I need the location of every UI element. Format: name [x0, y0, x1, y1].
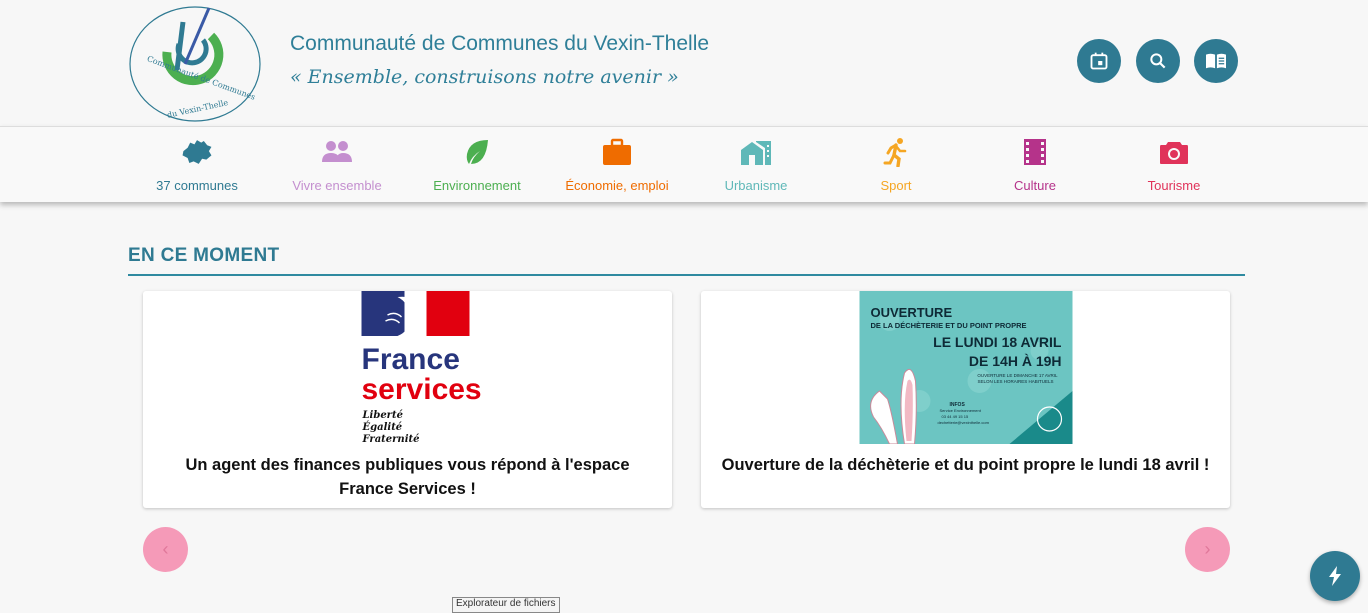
nav-label: Tourisme	[1147, 178, 1201, 193]
card-caption[interactable]: Un agent des finances publiques vous rép…	[163, 453, 652, 501]
leaf-icon	[460, 135, 494, 169]
dechetterie-poster-image: OUVERTURE DE LA DÉCHÈTERIE ET DU POINT P…	[859, 291, 1072, 445]
svg-text:OUVERTURE: OUVERTURE	[870, 305, 952, 320]
svg-text:Égalité: Égalité	[361, 421, 402, 433]
site-header: Communauté de Communes du Vexin-Thelle C…	[0, 0, 1368, 126]
nav-label: Culture	[1014, 178, 1056, 193]
nav-item-environnement[interactable]: Environnement	[407, 127, 547, 202]
svg-text:France: France	[361, 343, 459, 376]
nav-item-sport[interactable]: Sport	[826, 127, 966, 202]
france-services-image: France services Liberté Égalité Fraterni…	[301, 291, 514, 445]
site-motto: « Ensemble, construisons notre avenir »	[290, 66, 679, 88]
nav-item-urbanisme[interactable]: Urbanisme	[686, 127, 826, 202]
lightning-icon	[1329, 566, 1341, 586]
svg-text:Fraternité: Fraternité	[361, 434, 419, 444]
nav-label: Environnement	[433, 178, 521, 193]
svg-text:OUVERTURE LE DIMANCHE 17 AVRIL: OUVERTURE LE DIMANCHE 17 AVRIL	[977, 373, 1058, 378]
site-logo[interactable]: Communauté de Communes du Vexin-Thelle	[127, 4, 263, 124]
file-explorer-tooltip: Explorateur de fichiers	[452, 597, 560, 613]
chevron-right-icon: ›	[1204, 539, 1211, 559]
people-icon	[320, 135, 354, 169]
main-nav: 37 communes Vivre ensemble Environnement	[0, 126, 1368, 202]
section-title: EN CE MOMENT	[128, 245, 280, 266]
carousel-prev-button[interactable]: ‹	[143, 527, 188, 572]
site-title[interactable]: Communauté de Communes du Vexin-Thelle	[290, 32, 709, 56]
nav-item-culture[interactable]: Culture	[965, 127, 1105, 202]
nav-label: Économie, emploi	[565, 178, 669, 193]
chevron-left-icon: ‹	[162, 539, 169, 559]
book-icon	[1206, 53, 1226, 69]
search-icon	[1150, 53, 1166, 69]
news-card[interactable]: OUVERTURE DE LA DÉCHÈTERIE ET DU POINT P…	[701, 291, 1230, 508]
svg-text:DE LA DÉCHÈTERIE ET DU POINT P: DE LA DÉCHÈTERIE ET DU POINT PROPRE	[870, 321, 1026, 330]
carousel-next-button[interactable]: ›	[1185, 527, 1230, 572]
briefcase-icon	[600, 135, 634, 169]
nav-label: Vivre ensemble	[292, 178, 382, 193]
map-icon	[180, 135, 214, 169]
nav-label: 37 communes	[156, 178, 238, 193]
calendar-icon	[1090, 52, 1108, 70]
svg-text:Liberté: Liberté	[361, 410, 402, 421]
search-button[interactable]	[1136, 39, 1180, 83]
svg-text:Service Environnement: Service Environnement	[939, 408, 981, 413]
camera-icon	[1157, 135, 1191, 169]
svg-text:SELON LES HORAIRES HABITUELS: SELON LES HORAIRES HABITUELS	[977, 379, 1053, 384]
nav-item-economie[interactable]: Économie, emploi	[547, 127, 687, 202]
section-divider	[128, 274, 1245, 276]
svg-text:dechetterie@vexinthelle.com: dechetterie@vexinthelle.com	[937, 420, 989, 425]
film-icon	[1018, 135, 1052, 169]
news-card[interactable]: France services Liberté Égalité Fraterni…	[143, 291, 672, 508]
svg-text:LE LUNDI 18 AVRIL: LE LUNDI 18 AVRIL	[933, 334, 1062, 350]
buildings-icon	[739, 135, 773, 169]
book-button[interactable]	[1194, 39, 1238, 83]
svg-text:03 44 49 15 15: 03 44 49 15 15	[941, 414, 968, 419]
nav-item-vivre-ensemble[interactable]: Vivre ensemble	[267, 127, 407, 202]
svg-text:services: services	[361, 373, 481, 406]
nav-item-tourisme[interactable]: Tourisme	[1104, 127, 1244, 202]
card-caption[interactable]: Ouverture de la déchèterie et du point p…	[721, 453, 1210, 477]
svg-text:DE 14H À 19H: DE 14H À 19H	[968, 353, 1061, 369]
nav-item-communes[interactable]: 37 communes	[127, 127, 267, 202]
nav-label: Urbanisme	[724, 178, 788, 193]
quick-access-button[interactable]	[1310, 551, 1360, 601]
nav-label: Sport	[880, 178, 912, 193]
runner-icon	[879, 135, 913, 169]
calendar-button[interactable]	[1077, 39, 1121, 83]
